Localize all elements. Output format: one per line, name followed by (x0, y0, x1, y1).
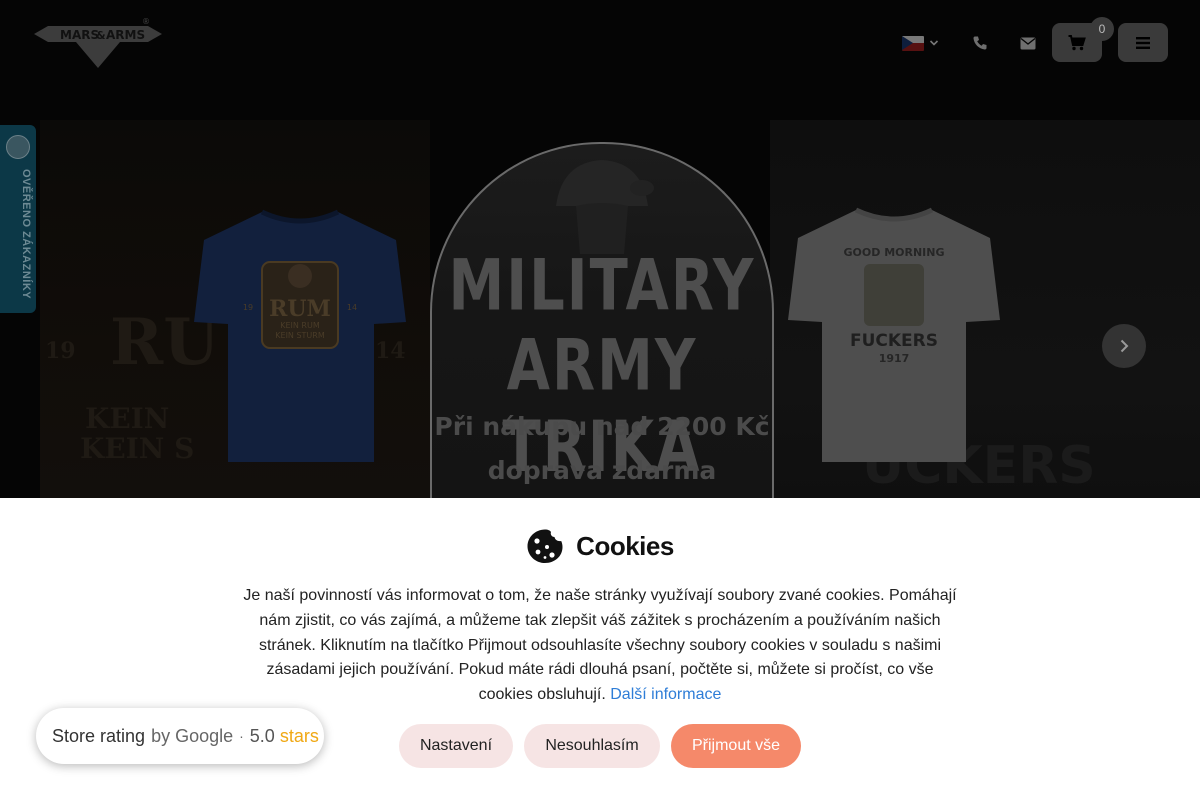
soldier-illustration (556, 160, 654, 254)
rating-stars: stars (279, 725, 319, 746)
hamburger-menu-icon (1136, 36, 1150, 49)
envelope-icon (1020, 37, 1036, 49)
cookie-decline-button[interactable]: Nesouhlasím (524, 724, 660, 768)
cart-count-badge: 0 (1090, 17, 1114, 41)
banner-subtitle-purchase: Při nákupu nad 2200 Kč (434, 412, 770, 441)
tee-rum-title: RUM (269, 296, 331, 322)
rating-score: 5.0 (249, 725, 275, 746)
cookie-accept-all-button[interactable]: Přijmout vše (671, 724, 801, 768)
tee-fuckers-year: 1917 (879, 352, 910, 365)
banner-panel-main: MILITARY ARMY TRIKA Při nákupu nad 2200 … (430, 142, 774, 498)
rating-provider: by Google (151, 725, 234, 746)
logo[interactable]: MARS & ARMS ® (32, 16, 164, 70)
email-button[interactable] (1014, 30, 1042, 56)
logo-registered-mark: ® (142, 17, 150, 26)
banner-bg-tagline-1: KEIN (85, 402, 170, 435)
grey-fuckers-tshirt-image: GOOD MORNING FUCKERS 1917 (788, 207, 1000, 462)
cookie-title: Cookies (576, 530, 674, 561)
banner-bg-year-left: 19 (45, 338, 76, 364)
language-selector[interactable] (900, 33, 940, 53)
chevron-right-icon (1120, 339, 1129, 353)
cookie-description: Je naší povinností vás informovat o tom,… (240, 584, 960, 708)
menu-button[interactable] (1118, 23, 1168, 62)
banner-panel-fuckers-tshirt: UCKERS GOOD MORNING FUCKERS 1917 (770, 120, 1200, 498)
tee-fuckers-top: GOOD MORNING (844, 246, 945, 259)
rating-separator: · (239, 728, 244, 744)
cookie-settings-button[interactable]: Nastavení (399, 724, 513, 768)
cookie-more-info-link[interactable]: Další informace (610, 686, 721, 703)
czech-flag-icon (901, 35, 924, 51)
cookie-header: Cookies (0, 528, 1200, 564)
cookie-description-text: Je naší povinností vás informovat o tom,… (243, 587, 957, 704)
verified-by-customers-tab[interactable]: OVĚŘENO ZÁKAZNÍKY (0, 125, 36, 313)
chevron-down-icon (929, 40, 938, 46)
slider-next-button[interactable] (1102, 324, 1146, 368)
verified-seal-icon (6, 135, 30, 159)
banner-subtitle-free-shipping: doprava zdarma (487, 456, 717, 485)
promo-banner-slider[interactable]: RU 19 14 KEIN KEIN S RUM 19 14 KEIN RUM … (0, 120, 1200, 498)
logo-text-amp: & (96, 29, 106, 42)
banner-title-military: MILITARY (448, 245, 756, 328)
phone-button[interactable] (966, 30, 994, 56)
logo-text-arms: ARMS (106, 28, 145, 42)
logo-text-mars: MARS (60, 28, 99, 42)
cookie-icon (527, 529, 563, 563)
banner-bg-tagline-2: KEIN S (80, 432, 195, 465)
phone-icon (973, 36, 987, 50)
tee-rum-year-left: 19 (243, 303, 253, 312)
tee-fuckers-main: FUCKERS (850, 331, 938, 351)
tee-rum-year-right: 14 (347, 303, 357, 312)
cart-icon (1068, 34, 1086, 50)
site-header: MARS & ARMS ® 0 (0, 0, 1200, 86)
tee-rum-sub-1: KEIN RUM (280, 321, 320, 330)
google-store-rating-badge[interactable]: Store rating by Google · 5.0 stars (36, 708, 324, 764)
navy-rum-tshirt-image: RUM 19 14 KEIN RUM KEIN STURM (194, 209, 406, 462)
verified-by-customers-label: OVĚŘENO ZÁKAZNÍKY (20, 169, 32, 300)
tee-rum-sub-2: KEIN STURM (275, 331, 325, 340)
banner-panel-rum-tshirt: RU 19 14 KEIN KEIN S RUM 19 14 KEIN RUM … (40, 120, 430, 498)
rating-label: Store rating (52, 725, 146, 746)
